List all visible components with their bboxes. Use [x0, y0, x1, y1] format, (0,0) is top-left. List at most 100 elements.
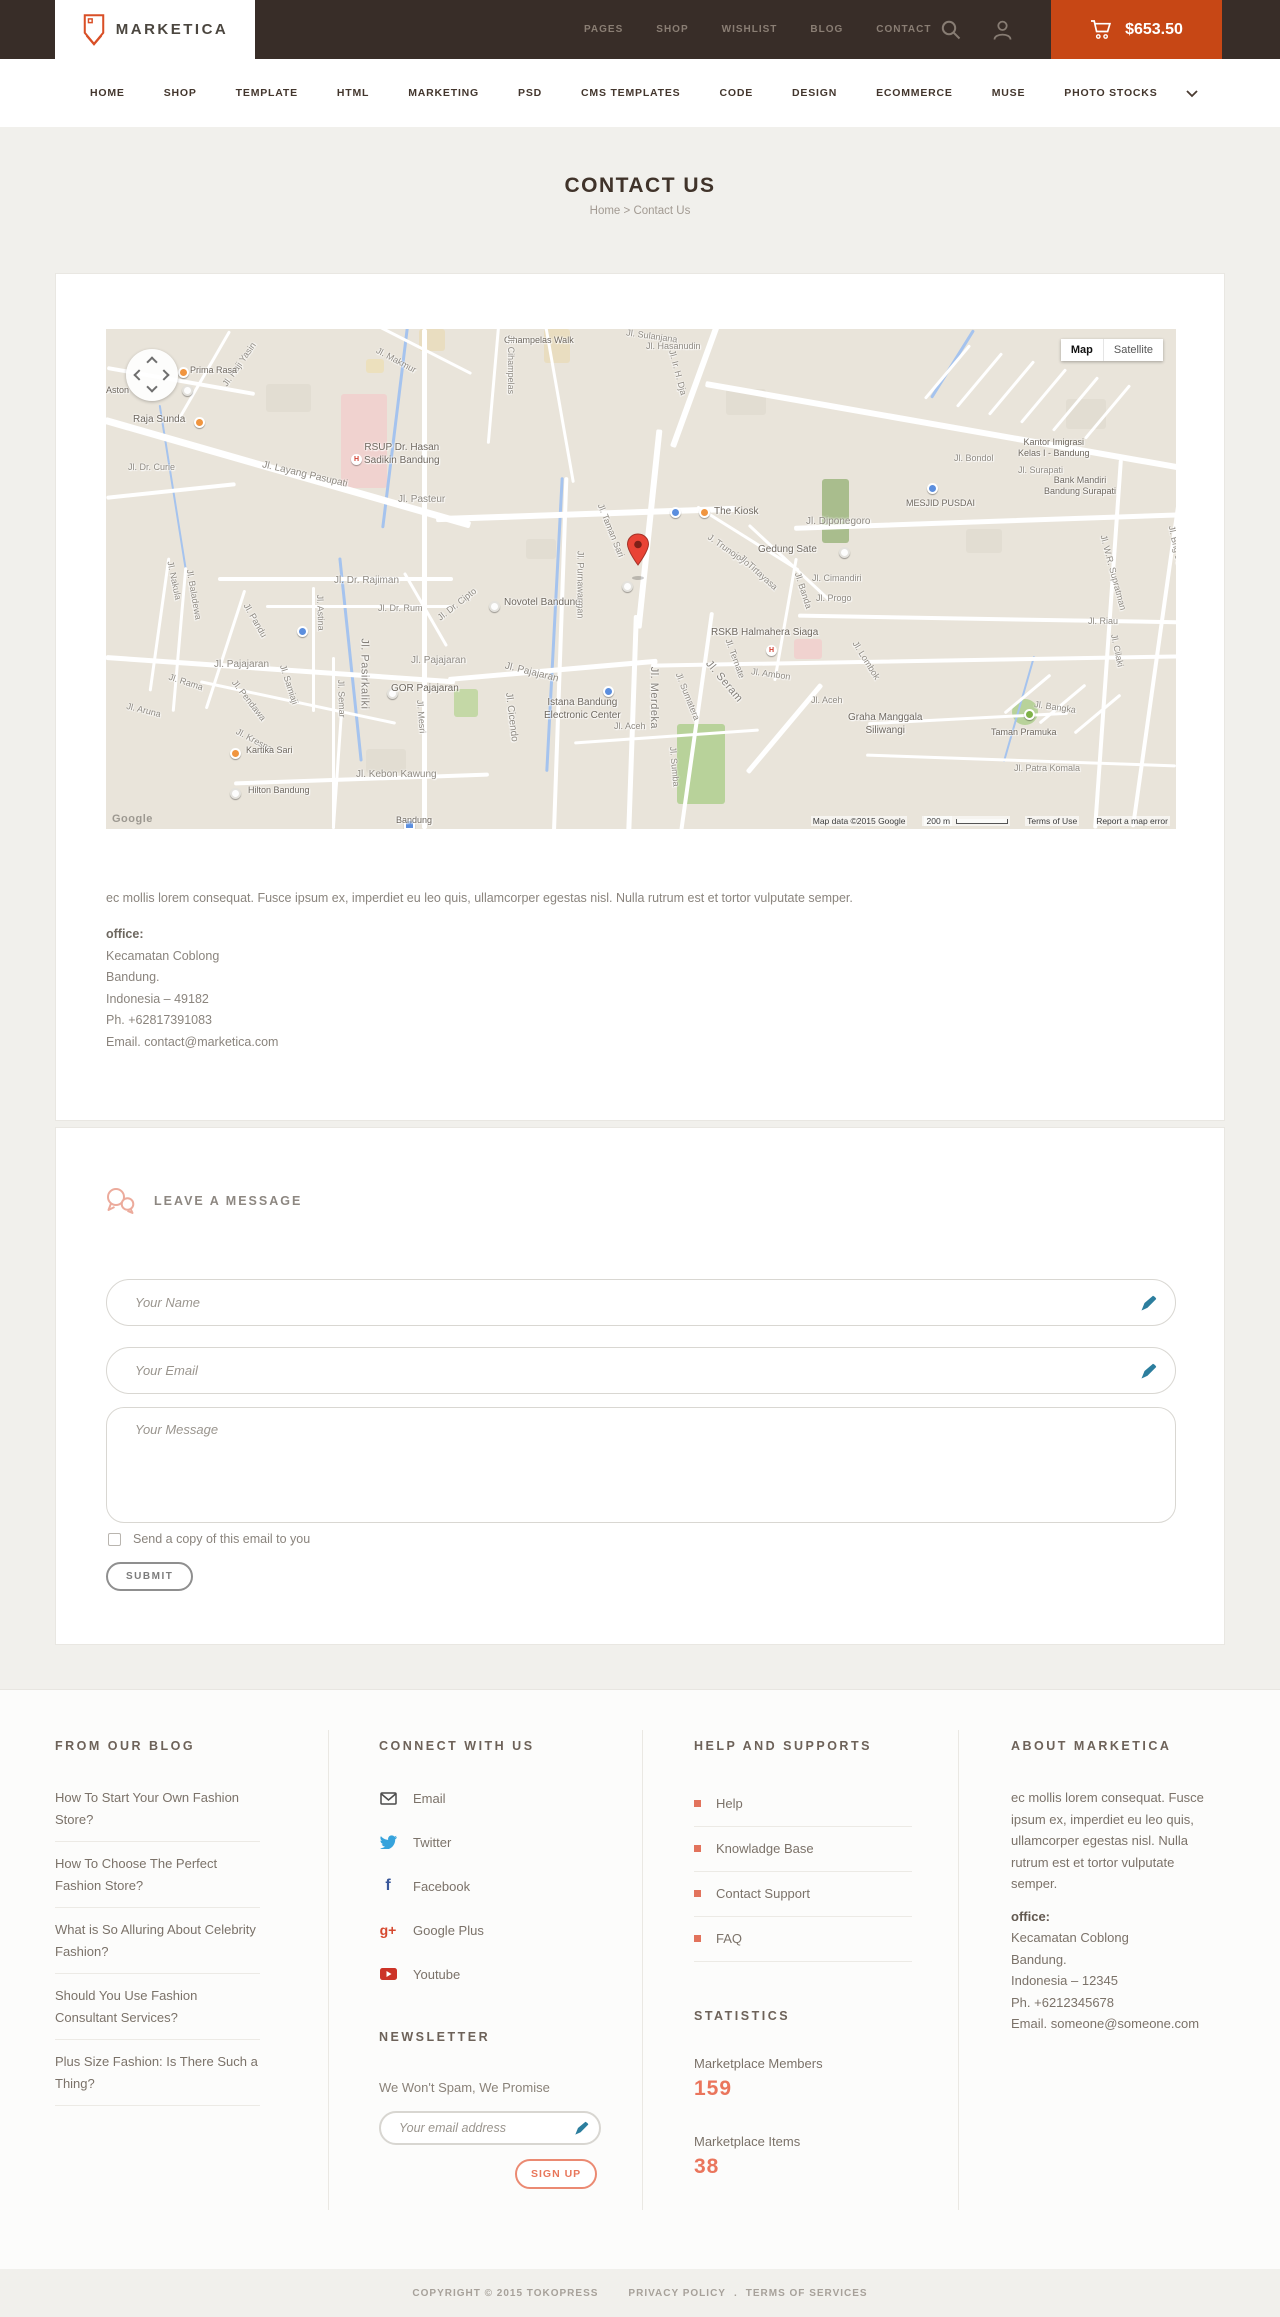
- map-type-map-button[interactable]: Map: [1060, 339, 1104, 361]
- map-label: Jl. Semar: [335, 679, 348, 718]
- twitter-icon: [379, 1835, 397, 1849]
- map-label: Jl. Nakula: [165, 560, 184, 601]
- social-youtube-link[interactable]: Youtube: [379, 1964, 642, 1984]
- name-input[interactable]: [107, 1280, 1175, 1325]
- nav-photo-stocks[interactable]: PHOTO STOCKS: [1064, 87, 1157, 99]
- address-line: Indonesia – 49182: [106, 991, 209, 1006]
- blog-link[interactable]: Plus Size Fashion: Is There Such a Thing…: [55, 2051, 260, 2106]
- nav-code[interactable]: CODE: [719, 87, 753, 99]
- nav-template[interactable]: TEMPLATE: [236, 87, 298, 99]
- map-poi-marker-icon: [178, 367, 189, 378]
- blog-link[interactable]: How To Choose The Perfect Fashion Store?: [55, 1853, 260, 1908]
- map-label: Jl. Baladewa: [184, 568, 204, 621]
- address-line: Email. someone@someone.com: [1011, 2016, 1200, 2031]
- social-facebook-link[interactable]: f Facebook: [379, 1876, 642, 1896]
- map-report-link[interactable]: Report a map error: [1094, 816, 1170, 826]
- map-label: Hilton Bandung: [248, 785, 310, 795]
- map-label: Kantor Imigrasi Kelas I - Bandung: [1018, 437, 1090, 459]
- map-type-satellite-button[interactable]: Satellite: [1103, 339, 1163, 361]
- map-label: Prima Rasa: [190, 365, 238, 375]
- nav-cms-templates[interactable]: CMS TEMPLATES: [581, 87, 680, 99]
- brand-logo[interactable]: MARKETICA: [55, 0, 255, 59]
- top-nav-contact[interactable]: CONTACT: [876, 24, 931, 35]
- top-nav-shop[interactable]: SHOP: [656, 24, 688, 35]
- user-account-icon[interactable]: [992, 19, 1013, 41]
- map-label: Jl. Pandu: [241, 601, 270, 640]
- footer-blog-column: FROM OUR BLOG How To Start Your Own Fash…: [55, 1690, 328, 2117]
- map-label: Jl. Pendawa: [229, 677, 269, 723]
- map-label: Jl. Pasteur: [398, 494, 446, 505]
- tag-logo-icon: [83, 13, 104, 46]
- footer-help-column: HELP AND SUPPORTS Help Knowladge Base Co…: [642, 1690, 958, 2179]
- more-categories-chevron-icon[interactable]: [1186, 90, 1198, 98]
- submit-button[interactable]: SUBMIT: [106, 1562, 194, 1591]
- newsletter-signup-button[interactable]: SIGN UP: [515, 2159, 598, 2189]
- nav-muse[interactable]: MUSE: [992, 87, 1026, 99]
- help-link[interactable]: Help: [694, 1782, 912, 1827]
- privacy-policy-link[interactable]: PRIVACY POLICY: [628, 2288, 726, 2299]
- top-nav-wishlist[interactable]: WISHLIST: [722, 24, 778, 35]
- nav-html[interactable]: HTML: [337, 87, 369, 99]
- map-poi-marker-icon: [230, 788, 241, 799]
- nav-psd[interactable]: PSD: [518, 87, 542, 99]
- blog-link[interactable]: Should You Use Fashion Consultant Servic…: [55, 1985, 260, 2040]
- top-nav-blog[interactable]: BLOG: [810, 24, 843, 35]
- send-copy-checkbox[interactable]: [108, 1532, 121, 1546]
- map-label: Gedung Sate: [758, 544, 817, 555]
- map-canvas[interactable]: Map Satellite Google Map data ©2015 Goog…: [106, 329, 1176, 829]
- leave-message-card: LEAVE A MESSAGE Send a copy of this emai…: [55, 1127, 1225, 1645]
- stat-items-value: 38: [694, 2155, 720, 2178]
- nav-marketing[interactable]: MARKETING: [408, 87, 479, 99]
- map-attribution: Map data ©2015 Google 200 m Terms of Use…: [810, 816, 1170, 826]
- cart-button[interactable]: $653.50: [1051, 0, 1222, 59]
- map-label: Jl. Dr. Rajiman: [334, 575, 400, 586]
- connect-heading: CONNECT WITH US: [379, 1739, 535, 1753]
- social-googleplus-link[interactable]: g+ Google Plus: [379, 1920, 642, 1940]
- map-label: RSKB Halmahera Siaga: [711, 627, 819, 638]
- map-label: Jl. Astina: [315, 594, 327, 631]
- blog-link[interactable]: What is So Alluring About Celebrity Fash…: [55, 1919, 260, 1974]
- help-link[interactable]: Contact Support: [694, 1872, 912, 1917]
- edit-pencil-icon: [575, 2121, 589, 2135]
- map-terms-link[interactable]: Terms of Use: [1025, 816, 1080, 826]
- breadcrumb-home[interactable]: Home: [590, 205, 621, 217]
- about-office-block: office: Kecamatan Coblong Bandung. Indon…: [1011, 1906, 1225, 2035]
- map-data-credit: Map data ©2015 Google: [810, 816, 908, 826]
- nav-shop[interactable]: SHOP: [164, 87, 197, 99]
- map-label: Jl. Cicendo: [503, 691, 520, 743]
- map-poi-marker-icon: [194, 417, 205, 428]
- map-scale: 200 m: [922, 816, 1011, 826]
- nav-ecommerce[interactable]: ECOMMERCE: [876, 87, 953, 99]
- breadcrumb-separator: >: [623, 205, 631, 217]
- nav-home[interactable]: HOME: [90, 87, 125, 99]
- footer-connect-column: CONNECT WITH US Email Twitter f Facebook…: [328, 1690, 642, 2189]
- facebook-icon: f: [385, 1877, 391, 1894]
- map-poi-marker-icon: [297, 626, 308, 637]
- stat-items-label: Marketplace Items: [694, 2134, 801, 2149]
- search-icon[interactable]: [940, 19, 962, 41]
- map-poi-marker-icon: [489, 601, 500, 612]
- form-heading: LEAVE A MESSAGE: [154, 1194, 303, 1208]
- map-pan-control[interactable]: [126, 349, 178, 401]
- blog-link[interactable]: How To Start Your Own Fashion Store?: [55, 1787, 260, 1842]
- stat-members-value: 159: [694, 2077, 733, 2100]
- email-input[interactable]: [107, 1348, 1175, 1393]
- chat-bubbles-icon: [107, 1188, 135, 1214]
- terms-of-services-link[interactable]: TERMS OF SERVICES: [746, 2288, 868, 2299]
- stat-members-label: Marketplace Members: [694, 2056, 823, 2071]
- map-label: Taman Pramuka: [991, 727, 1057, 737]
- nav-design[interactable]: DESIGN: [792, 87, 837, 99]
- edit-pencil-icon: [1141, 1295, 1157, 1311]
- top-nav-pages[interactable]: PAGES: [584, 24, 623, 35]
- location-pin-icon[interactable]: [625, 533, 651, 581]
- message-textarea[interactable]: [107, 1408, 1175, 1522]
- social-email-link[interactable]: Email: [379, 1788, 642, 1808]
- help-link[interactable]: FAQ: [694, 1917, 912, 1962]
- contact-info-card: Map Satellite Google Map data ©2015 Goog…: [55, 273, 1225, 1121]
- help-link[interactable]: Knowladge Base: [694, 1827, 912, 1872]
- page-title: CONTACT US: [564, 174, 716, 197]
- map-poi-marker-icon: [182, 385, 193, 396]
- newsletter-email-input[interactable]: [381, 2113, 599, 2143]
- google-watermark: Google: [112, 813, 153, 825]
- social-twitter-link[interactable]: Twitter: [379, 1832, 642, 1852]
